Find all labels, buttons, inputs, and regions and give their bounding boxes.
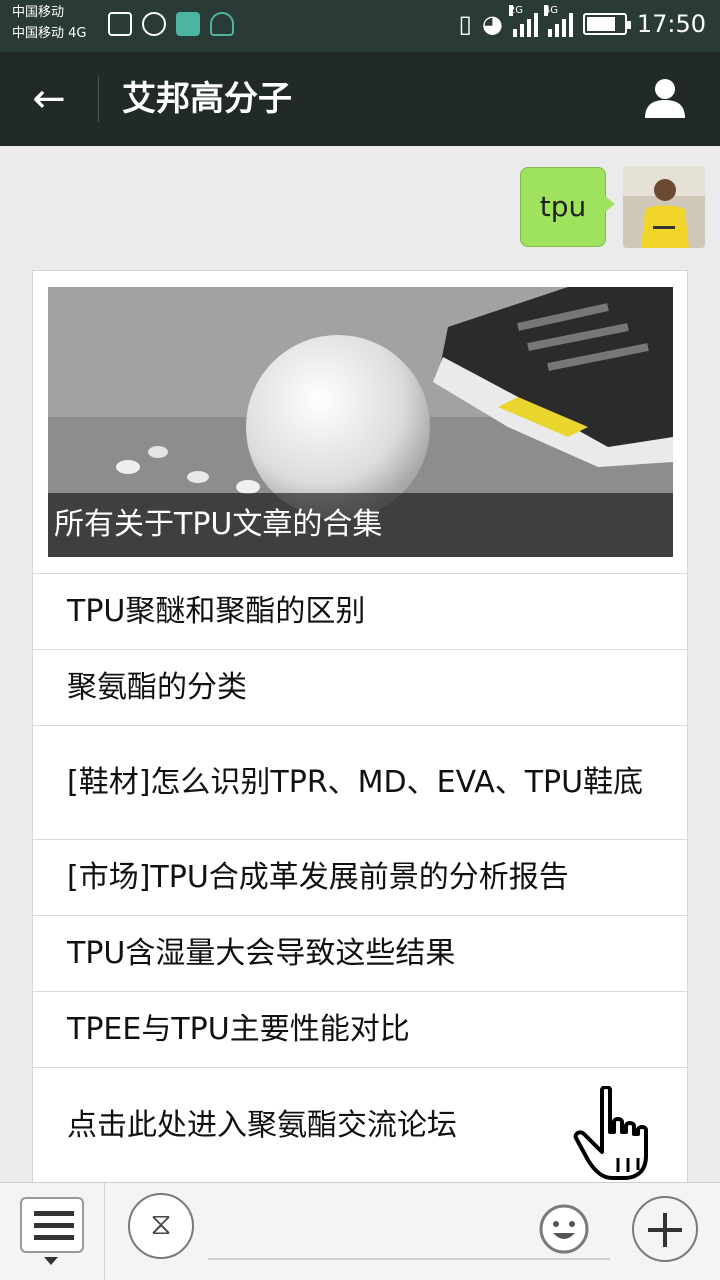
article-item[interactable]: TPEE与TPU主要性能对比 — [33, 991, 687, 1067]
chat-header: ← 艾邦高分子 — [0, 52, 720, 146]
article-title: [鞋材]怎么识别TPR、MD、EVA、TPU鞋底 — [67, 764, 644, 800]
message-input[interactable] — [208, 1258, 610, 1260]
sent-message-text: tpu — [539, 190, 587, 223]
article-card: 所有关于TPU文章的合集 TPU聚醚和聚酯的区别 聚氨酯的分类 [鞋材]怎么识别… — [32, 270, 688, 1185]
notification-icons — [108, 12, 234, 36]
emoji-button[interactable] — [538, 1203, 590, 1255]
carrier-info: 中国移动 中国移动 4G — [12, 2, 86, 44]
page-title: 艾邦高分子 — [122, 79, 292, 119]
person-icon — [645, 79, 685, 118]
app-icon — [176, 12, 200, 36]
headset-chat-icon — [210, 12, 234, 36]
caret-down-icon — [44, 1257, 58, 1265]
hand-cursor-icon — [573, 1086, 648, 1180]
clock: 17:50 — [636, 10, 706, 38]
plus-button[interactable] — [632, 1196, 698, 1262]
arrow-left-icon: ← — [32, 76, 66, 122]
battery-icon — [582, 13, 631, 35]
status-bar: 中国移动 中国移动 4G ▯ ◕ 2G 4G 17:50 — [0, 0, 720, 52]
avatar-photo — [623, 166, 705, 248]
article-item[interactable]: TPU聚醚和聚酯的区别 — [33, 573, 687, 649]
article-title: TPEE与TPU主要性能对比 — [67, 1011, 410, 1047]
article-title: 点击此处进入聚氨酯交流论坛 — [67, 1108, 457, 1143]
article-title: 聚氨酯的分类 — [67, 669, 247, 705]
avatar[interactable] — [623, 166, 705, 248]
gallery-icon — [108, 12, 132, 36]
cover-title: 所有关于TPU文章的合集 — [48, 493, 673, 557]
emoji-icon — [539, 1204, 589, 1254]
wifi-icon: ◕ — [481, 10, 503, 38]
article-title: [市场]TPU合成革发展前景的分析报告 — [67, 859, 569, 895]
system-icons: ▯ ◕ 2G 4G 17:50 — [458, 5, 706, 38]
voice-icon: ⧖ — [150, 1207, 172, 1242]
article-title: TPU含湿量大会导致这些结果 — [67, 935, 456, 971]
menu-button[interactable] — [20, 1197, 84, 1253]
signal-icon: 2G — [508, 5, 538, 37]
cover-article[interactable]: 所有关于TPU文章的合集 — [48, 287, 673, 557]
wechat-icon — [142, 12, 166, 36]
bar-divider — [104, 1183, 105, 1280]
carrier-1: 中国移动 — [12, 5, 65, 20]
voice-button[interactable]: ⧖ — [128, 1193, 194, 1259]
article-item[interactable]: TPU含湿量大会导致这些结果 — [33, 915, 687, 991]
bottom-input-bar: ⧖ — [0, 1182, 720, 1280]
header-divider — [98, 76, 99, 122]
article-item[interactable]: [市场]TPU合成革发展前景的分析报告 — [33, 839, 687, 915]
back-button[interactable]: ← — [24, 74, 74, 124]
signal-icon: 4G — [543, 5, 573, 37]
sent-message-bubble[interactable]: tpu — [520, 167, 615, 247]
article-title: TPU聚醚和聚酯的区别 — [67, 593, 366, 629]
vibrate-icon: ▯ — [458, 10, 472, 38]
net-4g-label: 4G — [543, 5, 558, 16]
net-2g-label: 2G — [508, 5, 523, 16]
carrier-2: 中国移动 4G — [12, 26, 87, 41]
article-item[interactable]: [鞋材]怎么识别TPR、MD、EVA、TPU鞋底 — [33, 725, 687, 839]
profile-button[interactable] — [642, 74, 692, 124]
article-item[interactable]: 聚氨酯的分类 — [33, 649, 687, 725]
